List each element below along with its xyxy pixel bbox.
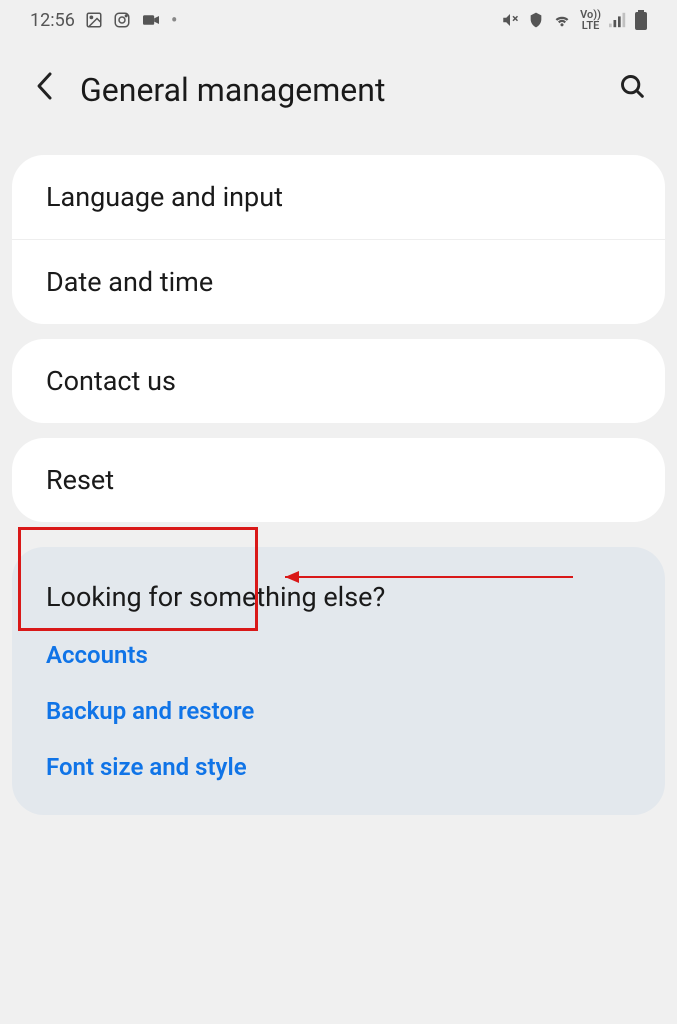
- search-button[interactable]: [619, 73, 647, 108]
- suggestion-label: Accounts: [46, 641, 148, 669]
- more-dot: •: [171, 8, 178, 32]
- menu-item-date-time[interactable]: Date and time: [12, 240, 665, 324]
- menu-item-label: Date and time: [46, 266, 213, 298]
- menu-item-contact-us[interactable]: Contact us: [12, 339, 665, 423]
- signal-icon: [609, 12, 627, 28]
- status-bar-left: 12:56 •: [30, 8, 178, 32]
- menu-item-label: Language and input: [46, 181, 283, 213]
- menu-item-label: Contact us: [46, 365, 176, 397]
- video-icon: [141, 12, 161, 28]
- settings-group-1: Language and input Date and time: [12, 155, 665, 324]
- suggestion-label: Backup and restore: [46, 697, 254, 725]
- page-header: General management: [0, 40, 677, 140]
- suggestion-label: Font size and style: [46, 753, 247, 781]
- suggestions-card: Looking for something else? Accounts Bac…: [12, 547, 665, 815]
- settings-group-3: Reset: [12, 438, 665, 522]
- wifi-icon: [552, 12, 572, 28]
- suggestion-link-accounts[interactable]: Accounts: [46, 641, 631, 669]
- status-bar-right: Vo)) LTE: [500, 9, 647, 31]
- volte-icon: Vo)) LTE: [580, 9, 601, 31]
- data-saver-icon: [528, 11, 544, 29]
- suggestions-title: Looking for something else?: [46, 581, 631, 613]
- gallery-icon: [85, 11, 103, 29]
- suggestion-link-font-size-style[interactable]: Font size and style: [46, 753, 631, 781]
- status-bar: 12:56 • Vo)) LTE: [0, 0, 677, 40]
- settings-group-2: Contact us: [12, 339, 665, 423]
- instagram-icon: [113, 11, 131, 29]
- mute-vibrate-icon: [500, 11, 520, 29]
- battery-icon: [635, 10, 647, 30]
- menu-item-reset[interactable]: Reset: [12, 438, 665, 522]
- status-time: 12:56: [30, 10, 75, 31]
- page-title: General management: [80, 71, 594, 109]
- menu-item-label: Reset: [46, 464, 114, 496]
- back-button[interactable]: [35, 70, 55, 110]
- suggestion-link-backup-restore[interactable]: Backup and restore: [46, 697, 631, 725]
- menu-item-language-input[interactable]: Language and input: [12, 155, 665, 240]
